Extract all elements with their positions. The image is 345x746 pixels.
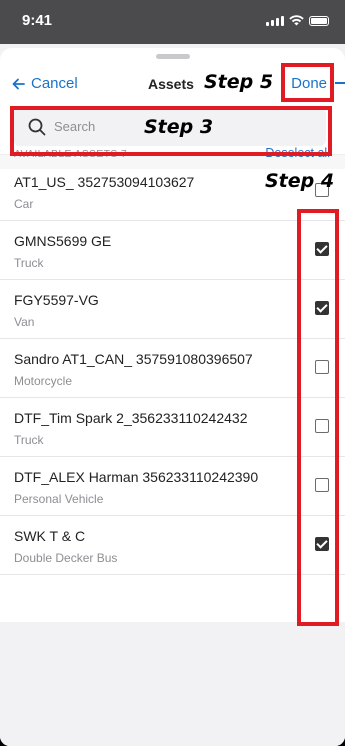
phone-screen: 9:41 Cancel Assets Done Search AVAILABLE…: [0, 0, 345, 746]
asset-checkbox[interactable]: [315, 478, 329, 492]
asset-type: Double Decker Bus: [14, 551, 118, 565]
list-item[interactable]: SWK T & C Double Decker Bus: [0, 516, 345, 575]
cellular-signal-icon: [266, 16, 284, 26]
asset-checkbox[interactable]: [315, 301, 329, 315]
asset-name: GMNS5699 GE: [14, 233, 112, 249]
done-button[interactable]: Done: [291, 75, 327, 92]
status-bar: 9:41: [0, 0, 345, 44]
deselect-all-link[interactable]: Deselect all: [265, 146, 330, 160]
arrow-left-icon: [12, 78, 25, 89]
empty-area: [0, 622, 345, 746]
step4-label: Step 4: [265, 170, 335, 192]
list-item[interactable]: FGY5597-VG Van: [0, 280, 345, 339]
list-item[interactable]: Sandro AT1_CAN_ 357591080396507 Motorcyc…: [0, 339, 345, 398]
status-time: 9:41: [22, 12, 53, 29]
list-item[interactable]: DTF_ALEX Harman 356233110242390 Personal…: [0, 457, 345, 516]
asset-type: Truck: [14, 433, 44, 447]
asset-checkbox[interactable]: [315, 419, 329, 433]
battery-icon: [309, 16, 329, 26]
nav-bar: Cancel Assets Done: [0, 62, 345, 106]
sheet-grabber[interactable]: [156, 54, 190, 59]
asset-list: AT1_US_ 352753094103627 Car GMNS5699 GE …: [0, 162, 345, 575]
asset-type: Personal Vehicle: [14, 492, 104, 506]
asset-checkbox[interactable]: [315, 360, 329, 374]
available-assets-header: AVAILABLE ASSETS 7 Deselect all: [0, 140, 345, 160]
asset-name: AT1_US_ 352753094103627: [14, 174, 195, 190]
callout-arrow: [335, 82, 345, 84]
cancel-button[interactable]: Cancel: [12, 75, 78, 92]
status-icons: [266, 15, 329, 26]
asset-type: Motorcycle: [14, 374, 73, 388]
asset-checkbox[interactable]: [315, 242, 329, 256]
available-assets-label: AVAILABLE ASSETS 7: [14, 148, 127, 160]
asset-type: Car: [14, 197, 34, 211]
asset-name: FGY5597-VG: [14, 292, 99, 308]
asset-name: DTF_ALEX Harman 356233110242390: [14, 469, 259, 485]
list-item[interactable]: DTF_Tim Spark 2_356233110242432 Truck: [0, 398, 345, 457]
asset-name: Sandro AT1_CAN_ 357591080396507: [14, 351, 253, 367]
asset-type: Truck: [14, 256, 44, 270]
wifi-icon: [289, 15, 304, 26]
cancel-label: Cancel: [31, 75, 78, 92]
asset-name: DTF_Tim Spark 2_356233110242432: [14, 410, 248, 426]
step3-label: Step 3: [144, 116, 214, 138]
asset-checkbox[interactable]: [315, 537, 329, 551]
asset-name: SWK T & C: [14, 528, 86, 544]
list-item[interactable]: GMNS5699 GE Truck: [0, 221, 345, 280]
search-icon: [28, 118, 46, 136]
asset-type: Van: [14, 315, 35, 329]
step5-label: Step 5: [204, 71, 274, 93]
page-title: Assets: [148, 76, 194, 92]
